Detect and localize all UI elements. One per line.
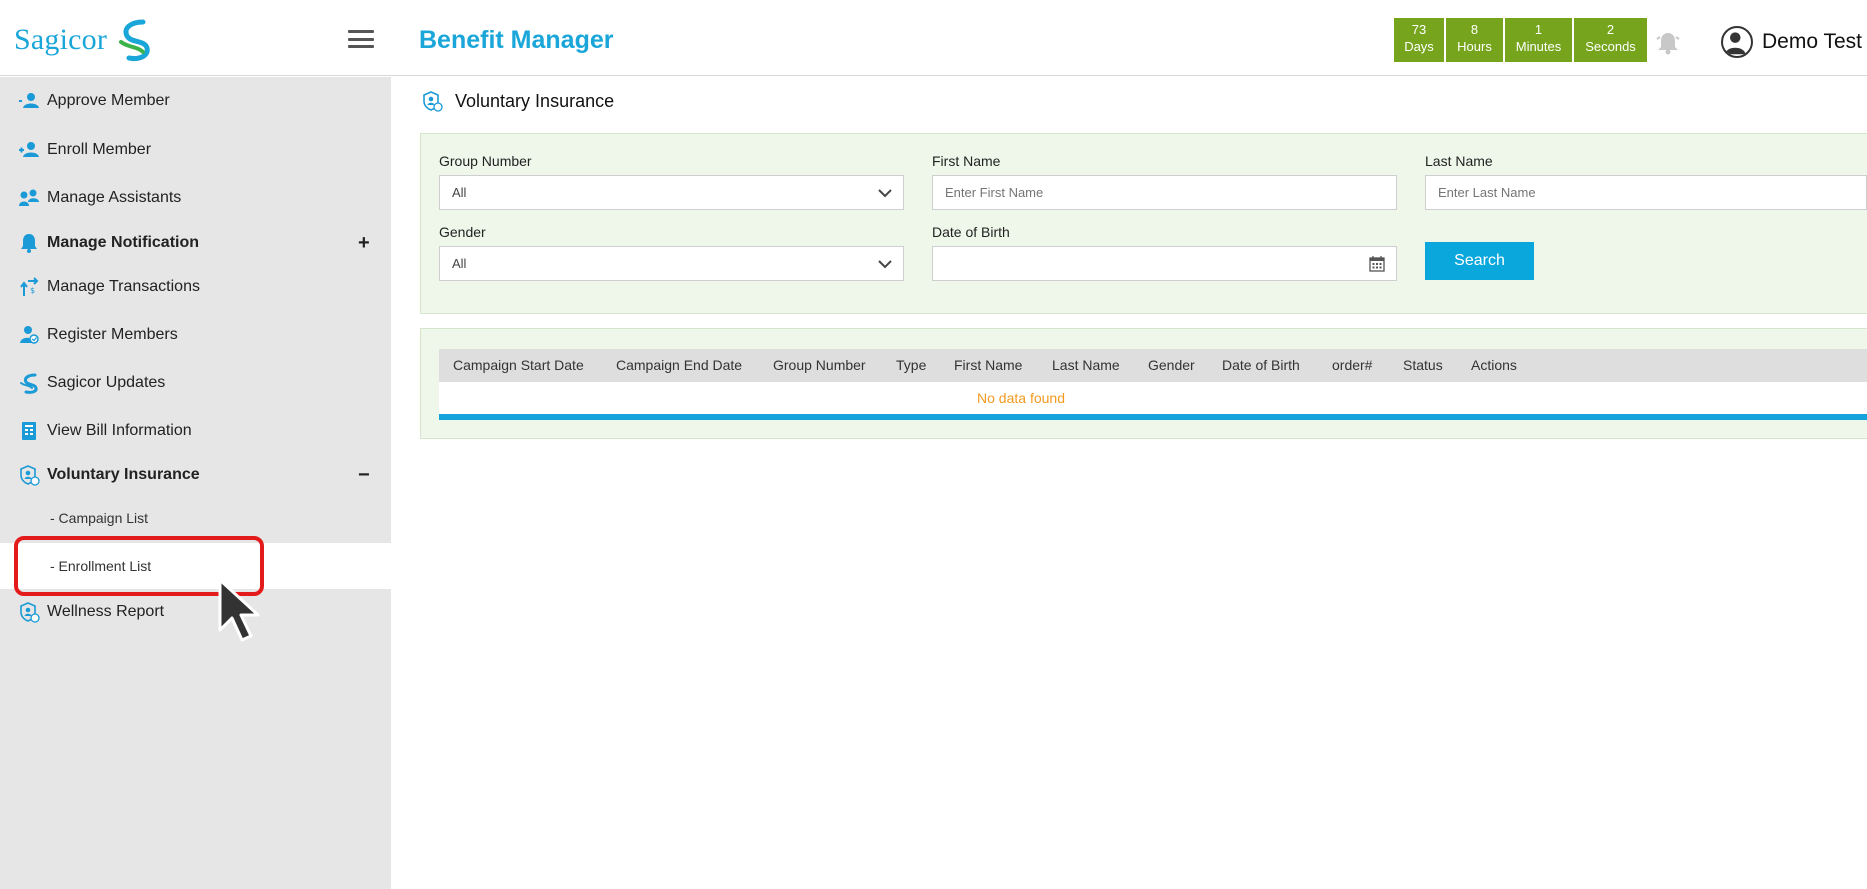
expand-icon[interactable]: +: [358, 232, 370, 255]
dob-input[interactable]: [932, 246, 1397, 281]
timer-hours-value: 8: [1470, 22, 1479, 37]
timer-minutes-value: 1: [1534, 22, 1543, 37]
user-name[interactable]: Demo Test: [1762, 30, 1862, 54]
sidebar-item-manage-assistants[interactable]: Manage Assistants: [0, 178, 391, 218]
sidebar-item-label: View Bill Information: [47, 422, 192, 439]
page-header: Voluntary Insurance: [421, 90, 614, 112]
logo-text: Sagicor: [14, 23, 108, 56]
shield-person-icon: [20, 602, 40, 623]
sidebar-item-label: Enroll Member: [47, 141, 152, 158]
menu-toggle-icon[interactable]: [348, 30, 374, 48]
user-check-icon: [19, 93, 39, 108]
app-title: Benefit Manager: [419, 26, 614, 54]
sidebar-item-label: Wellness Report: [47, 603, 165, 620]
top-bar: Sagicor Benefit Manager 73 Days 8 Hours …: [0, 0, 1867, 76]
sidebar-subitem-label: - Campaign List: [50, 510, 149, 526]
group-number-label: Group Number: [439, 153, 532, 169]
sidebar-item-approve-member[interactable]: Approve Member: [0, 81, 391, 121]
last-name-input[interactable]: [1425, 175, 1867, 210]
sidebar-item-label: Approve Member: [47, 92, 170, 109]
column-header[interactable]: First Name: [954, 349, 1022, 382]
sidebar-item-enroll-member[interactable]: Enroll Member: [0, 130, 391, 170]
column-header[interactable]: Status: [1403, 349, 1443, 382]
gender-select[interactable]: All: [439, 246, 904, 281]
sidebar-item-manage-notification[interactable]: Manage Notification +: [0, 223, 391, 263]
sidebar-subitem-campaign-list[interactable]: - Campaign List: [0, 495, 391, 541]
calendar-icon[interactable]: [1368, 255, 1386, 273]
timer-seconds-value: 2: [1606, 22, 1615, 37]
shield-person-icon: [423, 91, 443, 112]
session-timer: 73 Days 8 Hours 1 Minutes 2 Seconds: [1394, 18, 1647, 62]
sidebar: Approve Member Enroll Member Manage Assi…: [0, 77, 391, 889]
column-header: Actions: [1471, 357, 1517, 373]
timer-hours-unit: Hours: [1457, 39, 1492, 54]
column-header[interactable]: Group Number: [773, 349, 866, 382]
timer-seconds-unit: Seconds: [1585, 39, 1636, 54]
bell-icon: [21, 234, 37, 253]
sidebar-item-label: Manage Assistants: [47, 189, 182, 206]
timer-days-unit: Days: [1404, 39, 1434, 54]
group-number-value: All: [452, 185, 467, 200]
transactions-icon: $: [20, 277, 39, 296]
sidebar-item-wellness-report[interactable]: Wellness Report: [0, 592, 391, 632]
timer-days-value: 73: [1411, 22, 1427, 37]
table-header: Campaign Start Date Campaign End Date Gr…: [439, 349, 1867, 382]
timer-minutes: 1 Minutes: [1505, 18, 1572, 62]
svg-text:$: $: [30, 286, 35, 295]
search-button[interactable]: Search: [1425, 242, 1534, 280]
sidebar-item-label: Manage Notification: [47, 234, 200, 251]
column-header[interactable]: Date of Birth: [1222, 349, 1300, 382]
user-avatar-icon[interactable]: [1721, 26, 1753, 58]
group-number-select[interactable]: All: [439, 175, 904, 210]
column-header[interactable]: Campaign End Date: [616, 349, 742, 382]
timer-hours: 8 Hours: [1446, 18, 1503, 62]
sidebar-item-voluntary-insurance[interactable]: Voluntary Insurance −: [0, 455, 391, 495]
first-name-label: First Name: [932, 153, 1001, 169]
sagicor-logo-icon: [119, 19, 150, 61]
filter-panel: [420, 133, 1867, 314]
horizontal-scrollbar[interactable]: [439, 414, 1867, 420]
sagicor-logo[interactable]: Sagicor: [14, 18, 157, 62]
sidebar-item-label: Register Members: [47, 326, 178, 343]
column-header[interactable]: order#: [1332, 349, 1372, 382]
gender-label: Gender: [439, 224, 486, 240]
sidebar-item-label: Sagicor Updates: [47, 374, 166, 391]
chevron-down-icon: [878, 189, 892, 198]
sidebar-item-register-members[interactable]: Register Members: [0, 315, 391, 355]
chevron-down-icon: [878, 260, 892, 269]
collapse-icon[interactable]: −: [358, 464, 370, 487]
column-header[interactable]: Campaign Start Date: [453, 349, 584, 382]
user-plus-icon: [19, 142, 39, 157]
column-header[interactable]: Last Name: [1052, 349, 1120, 382]
sidebar-item-view-bill-information[interactable]: View Bill Information: [0, 411, 391, 451]
gender-value: All: [452, 256, 467, 271]
mouse-pointer-icon: [218, 578, 260, 642]
bill-icon: [22, 422, 36, 440]
sidebar-item-label: Manage Transactions: [47, 278, 200, 295]
sidebar-item-sagicor-updates[interactable]: Sagicor Updates: [0, 363, 391, 403]
timer-seconds: 2 Seconds: [1574, 18, 1647, 62]
column-header[interactable]: Type: [896, 349, 926, 382]
notification-bell-icon[interactable]: [1655, 30, 1681, 56]
shield-person-icon: [20, 465, 40, 486]
sidebar-item-manage-transactions[interactable]: $ Manage Transactions: [0, 267, 391, 307]
column-header[interactable]: Gender: [1148, 349, 1195, 382]
last-name-label: Last Name: [1425, 153, 1493, 169]
users-icon: [19, 189, 39, 206]
dob-label: Date of Birth: [932, 224, 1010, 240]
first-name-input[interactable]: [932, 175, 1397, 210]
timer-minutes-unit: Minutes: [1515, 39, 1562, 54]
sidebar-item-label: Voluntary Insurance: [47, 466, 200, 483]
page-title: Voluntary Insurance: [455, 90, 615, 111]
register-user-icon: [20, 326, 39, 344]
sagicor-logo-icon: [20, 373, 38, 394]
timer-days: 73 Days: [1394, 18, 1444, 62]
empty-state-message: No data found: [439, 382, 1867, 414]
